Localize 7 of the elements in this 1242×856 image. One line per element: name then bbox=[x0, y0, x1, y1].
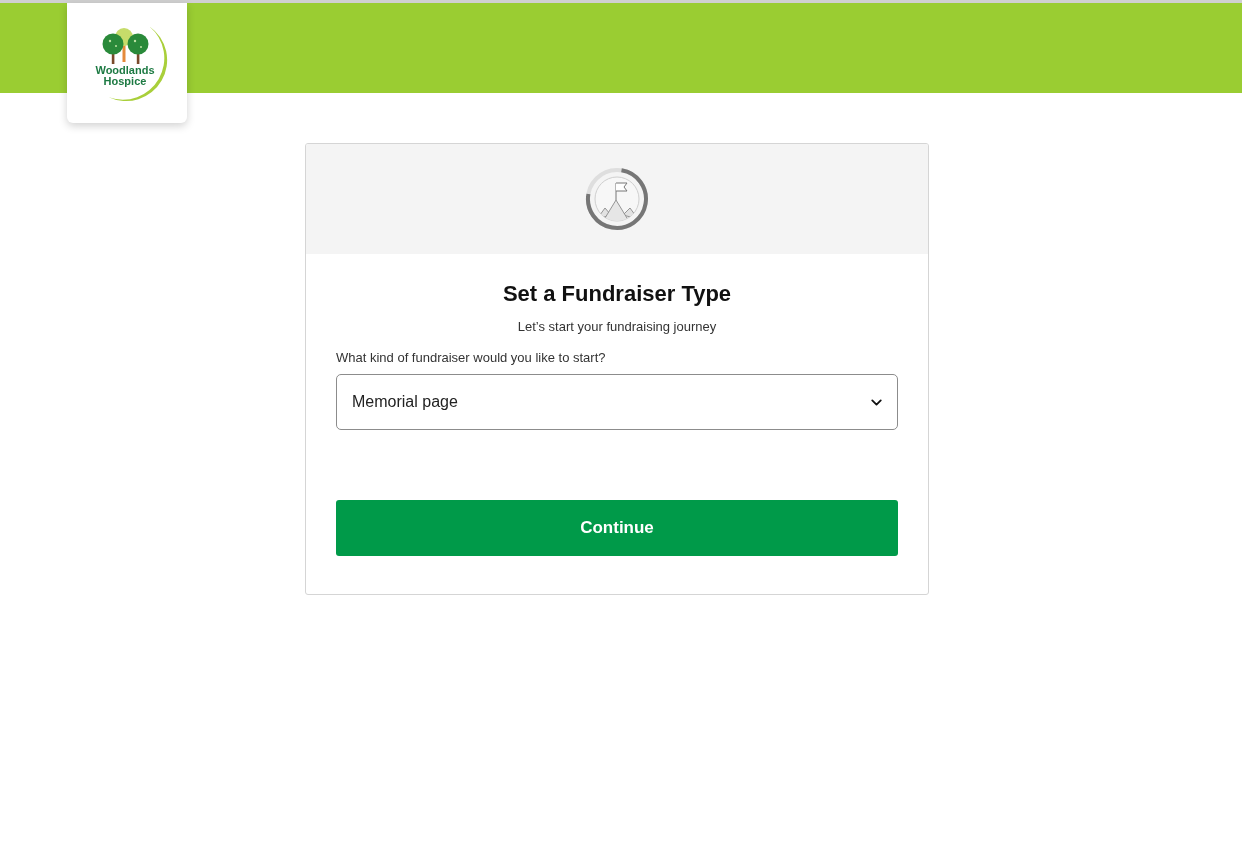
hospice-logo: Woodlands Hospice bbox=[77, 13, 177, 113]
continue-button[interactable]: Continue bbox=[336, 500, 898, 556]
field-label: What kind of fundraiser would you like to start? bbox=[336, 349, 606, 367]
mountain-flag-icon bbox=[585, 167, 649, 231]
card-title: Set a Fundraiser Type bbox=[502, 280, 732, 308]
card-subtitle: Let’s start your fundraising journey bbox=[517, 318, 717, 336]
fundraiser-type-select[interactable]: Memorial page bbox=[336, 374, 898, 430]
